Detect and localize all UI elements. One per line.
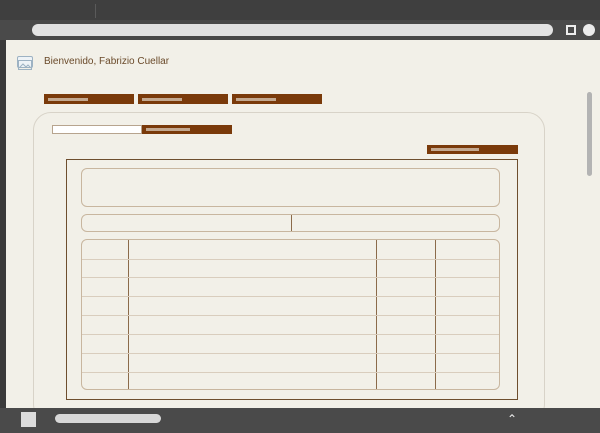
action-button-label xyxy=(431,148,479,151)
nav-button-1[interactable] xyxy=(44,94,134,104)
nav-button-label xyxy=(236,98,276,101)
table-row[interactable] xyxy=(82,353,499,354)
form-container xyxy=(66,159,518,400)
table-row[interactable] xyxy=(82,259,499,260)
action-button[interactable] xyxy=(427,145,518,154)
search-button-label xyxy=(146,128,190,131)
table-row[interactable] xyxy=(82,315,499,316)
chevron-up-icon[interactable]: ⌃ xyxy=(507,411,517,427)
search-input[interactable] xyxy=(52,125,142,134)
table-row[interactable] xyxy=(82,372,499,373)
nav-button-3[interactable] xyxy=(232,94,322,104)
field-row xyxy=(81,214,500,232)
notes-textarea[interactable] xyxy=(81,168,500,207)
table-row[interactable] xyxy=(82,296,499,297)
browser-tab-strip xyxy=(0,0,600,20)
welcome-message: Bienvenido, Fabrizio Cuellar xyxy=(44,56,170,67)
table-row[interactable] xyxy=(82,334,499,335)
address-bar[interactable] xyxy=(32,24,553,36)
data-table xyxy=(81,239,500,390)
nav-button-label xyxy=(48,98,88,101)
maximize-icon[interactable] xyxy=(566,25,576,35)
nav-button-label xyxy=(142,98,182,101)
taskbar: ⌃ xyxy=(0,408,600,433)
image-placeholder-icon xyxy=(17,56,33,70)
browser-toolbar xyxy=(0,20,600,40)
field-divider xyxy=(291,215,292,231)
nav-button-2[interactable] xyxy=(138,94,228,104)
table-row[interactable] xyxy=(82,277,499,278)
profile-icon[interactable] xyxy=(583,24,595,36)
search-button[interactable] xyxy=(142,125,232,134)
vertical-scrollbar[interactable] xyxy=(587,92,592,176)
taskbar-app[interactable] xyxy=(55,414,161,423)
start-button[interactable] xyxy=(21,412,36,427)
tab-separator xyxy=(95,4,96,18)
page-content: Bienvenido, Fabrizio Cuellar xyxy=(6,40,600,408)
